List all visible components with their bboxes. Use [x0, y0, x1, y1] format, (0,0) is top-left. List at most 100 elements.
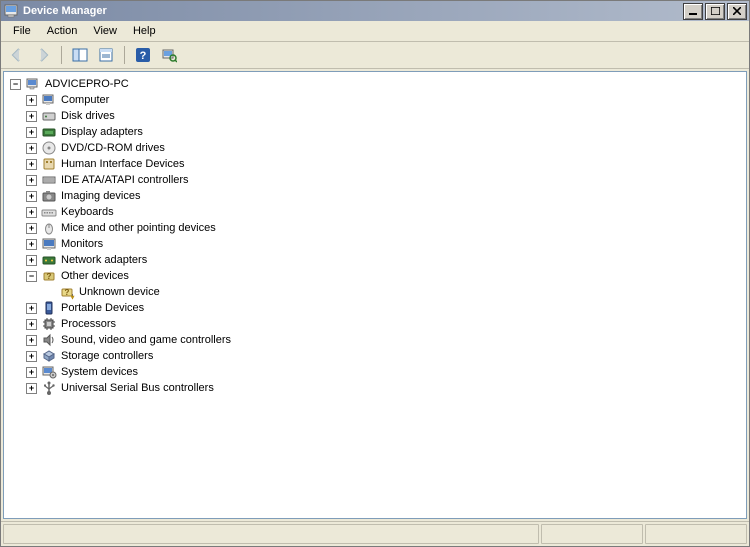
expand-icon[interactable]: + — [26, 239, 37, 250]
expand-icon[interactable]: + — [26, 111, 37, 122]
expand-icon[interactable]: + — [26, 223, 37, 234]
tree-node-usb[interactable]: + Universal Serial Bus controllers — [6, 380, 744, 396]
app-icon — [3, 3, 19, 19]
tree-node-label: Monitors — [61, 238, 103, 250]
hid-icon — [41, 156, 57, 172]
expand-icon[interactable]: + — [26, 383, 37, 394]
tree-node-label: IDE ATA/ATAPI controllers — [61, 174, 189, 186]
tree-node-label: Universal Serial Bus controllers — [61, 382, 214, 394]
toolbar-forward-button[interactable] — [31, 43, 55, 67]
menu-file[interactable]: File — [5, 23, 39, 39]
svg-text:?: ? — [140, 50, 147, 62]
computer-icon — [41, 92, 57, 108]
expand-icon[interactable]: + — [26, 159, 37, 170]
svg-text:?: ? — [65, 288, 70, 297]
status-pane-1 — [3, 524, 539, 544]
expand-icon[interactable]: + — [26, 351, 37, 362]
tree-node-keyboards[interactable]: + Keyboards — [6, 204, 744, 220]
minimize-button[interactable] — [683, 3, 703, 20]
toolbar-help-button[interactable]: ? — [131, 43, 155, 67]
toolbar: ? — [1, 42, 749, 69]
menu-help[interactable]: Help — [125, 23, 164, 39]
tree-node-label: Keyboards — [61, 206, 114, 218]
tree-node-mice[interactable]: + Mice and other pointing devices — [6, 220, 744, 236]
collapse-icon[interactable]: − — [26, 271, 37, 282]
tree-node-network[interactable]: + Network adapters — [6, 252, 744, 268]
keyboard-icon — [41, 204, 57, 220]
window-title: Device Manager — [23, 5, 681, 17]
mouse-icon — [41, 220, 57, 236]
expand-icon[interactable]: + — [26, 191, 37, 202]
leaf-spacer — [44, 287, 55, 298]
collapse-icon[interactable]: − — [10, 79, 21, 90]
tree-node-label: Portable Devices — [61, 302, 144, 314]
system-icon — [41, 364, 57, 380]
toolbar-showhide-button[interactable] — [68, 43, 92, 67]
tree-node-label: Mice and other pointing devices — [61, 222, 216, 234]
camera-icon — [41, 188, 57, 204]
maximize-button[interactable] — [705, 3, 725, 20]
device-manager-window: Device Manager File Action View Help — [0, 0, 750, 547]
arrow-right-icon — [35, 47, 51, 63]
tree-node-label: Imaging devices — [61, 190, 141, 202]
arrow-left-icon — [9, 47, 25, 63]
tree-node-computer[interactable]: + Computer — [6, 92, 744, 108]
tree-node-unknown-device[interactable]: !? Unknown device — [6, 284, 744, 300]
tree-node-monitors[interactable]: + Monitors — [6, 236, 744, 252]
network-icon — [41, 252, 57, 268]
expand-icon[interactable]: + — [26, 319, 37, 330]
menu-view[interactable]: View — [85, 23, 125, 39]
device-tree-panel[interactable]: −ADVICEPRO-PC + Computer + Disk drives + Displ… — [3, 71, 747, 519]
other-icon: ? — [41, 268, 57, 284]
expand-icon[interactable]: + — [26, 367, 37, 378]
tree-node-label: DVD/CD-ROM drives — [61, 142, 165, 154]
tree-node-other-devices[interactable]: −? Other devices — [6, 268, 744, 284]
toolbar-properties-button[interactable] — [94, 43, 118, 67]
svg-text:?: ? — [47, 272, 52, 281]
tree-node-dvd-cd-rom[interactable]: + DVD/CD-ROM drives — [6, 140, 744, 156]
tree-node-processors[interactable]: + Processors — [6, 316, 744, 332]
unknown-icon: !? — [59, 284, 75, 300]
titlebar[interactable]: Device Manager — [1, 1, 749, 21]
expand-icon[interactable]: + — [26, 143, 37, 154]
toolbar-back-button[interactable] — [5, 43, 29, 67]
tree-node-disk-drives[interactable]: + Disk drives — [6, 108, 744, 124]
expand-icon[interactable]: + — [26, 303, 37, 314]
display-icon — [41, 124, 57, 140]
expand-icon[interactable]: + — [26, 335, 37, 346]
status-pane-3 — [645, 524, 747, 544]
expand-icon[interactable]: + — [26, 175, 37, 186]
tree-node-label: Processors — [61, 318, 116, 330]
menu-action[interactable]: Action — [39, 23, 86, 39]
expand-icon[interactable]: + — [26, 127, 37, 138]
tree-node-system[interactable]: + System devices — [6, 364, 744, 380]
processor-icon — [41, 316, 57, 332]
tree-node-label: Computer — [61, 94, 109, 106]
tree-node-label: Other devices — [61, 270, 129, 282]
expand-icon[interactable]: + — [26, 207, 37, 218]
toolbar-separator — [61, 46, 62, 64]
properties-icon — [98, 47, 114, 63]
tree-node-display-adapters[interactable]: + Display adapters — [6, 124, 744, 140]
tree-node-label: System devices — [61, 366, 138, 378]
menubar: File Action View Help — [1, 21, 749, 42]
portable-icon — [41, 300, 57, 316]
tree-node-imaging[interactable]: + Imaging devices — [6, 188, 744, 204]
tree-node-label: Unknown device — [79, 286, 160, 298]
tree-node-label: Network adapters — [61, 254, 147, 266]
tree-node-label: Disk drives — [61, 110, 115, 122]
ide-icon — [41, 172, 57, 188]
tree-node-ide[interactable]: + IDE ATA/ATAPI controllers — [6, 172, 744, 188]
expand-icon[interactable]: + — [26, 95, 37, 106]
toolbar-scan-button[interactable] — [157, 43, 181, 67]
help-icon: ? — [135, 47, 151, 63]
tree-node-portable[interactable]: + Portable Devices — [6, 300, 744, 316]
tree-node-storage[interactable]: +Storage controllers — [6, 348, 744, 364]
dvd-icon — [41, 140, 57, 156]
tree-node-hid[interactable]: +Human Interface Devices — [6, 156, 744, 172]
tree-node-sound[interactable]: +Sound, video and game controllers — [6, 332, 744, 348]
tree-root-node[interactable]: −ADVICEPRO-PC — [6, 76, 744, 92]
expand-icon[interactable]: + — [26, 255, 37, 266]
close-button[interactable] — [727, 3, 747, 20]
tree-node-label: Display adapters — [61, 126, 143, 138]
